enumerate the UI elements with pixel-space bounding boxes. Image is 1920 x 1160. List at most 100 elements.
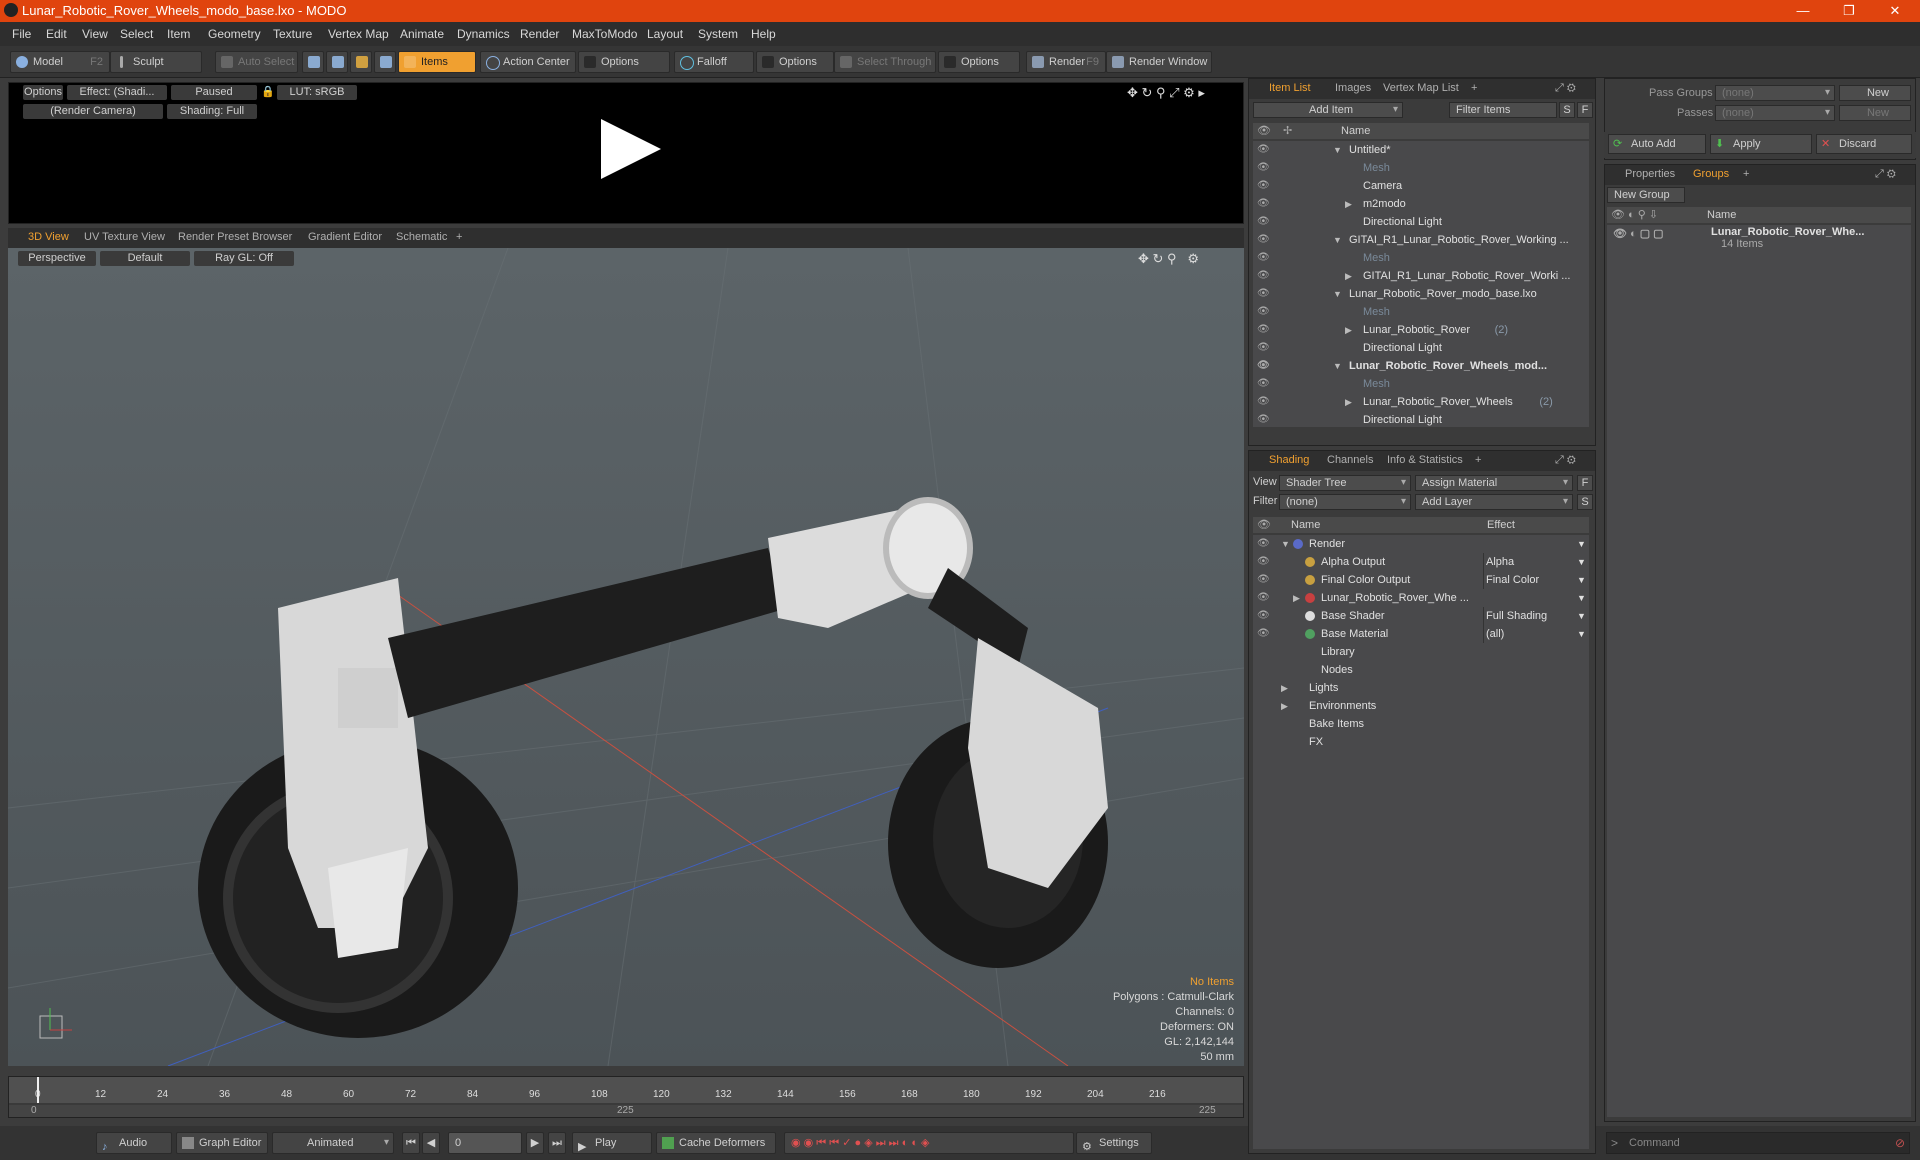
- menu-select[interactable]: Select: [120, 27, 153, 41]
- shader-row[interactable]: 👁 Base Material (all) ▼: [1253, 625, 1589, 643]
- view-dropdown[interactable]: Shader Tree: [1279, 475, 1411, 491]
- shader-row[interactable]: Bake Items: [1253, 715, 1589, 733]
- tab-gradient-editor[interactable]: Gradient Editor: [308, 231, 382, 243]
- preview-effect-dropdown[interactable]: Effect: (Shadi...: [67, 85, 167, 100]
- list-item[interactable]: 👁 Mesh: [1253, 159, 1589, 177]
- keyframe-tools[interactable]: ◉ ◉ ⏮ ⏮ ✓ ● ◈ ⏭ ⏭ ◐ ◐ ◈: [784, 1132, 1074, 1154]
- viewport-nav-icons[interactable]: ✥ ↻ ⚲ ⚙: [1138, 251, 1238, 267]
- filter-items-input[interactable]: Filter Items: [1449, 102, 1557, 118]
- shading-style-dropdown[interactable]: Default: [100, 251, 190, 266]
- effect-dropdown[interactable]: (all): [1483, 625, 1589, 643]
- eye-icon[interactable]: 👁: [1257, 629, 1271, 639]
- auto-add-button[interactable]: ⟳ Auto Add: [1608, 134, 1706, 154]
- menu-dynamics[interactable]: Dynamics: [457, 27, 510, 41]
- menu-render[interactable]: Render: [520, 27, 559, 41]
- shader-row[interactable]: Library: [1253, 643, 1589, 661]
- preview-options-button[interactable]: Options: [23, 85, 63, 100]
- polygons-mode-button[interactable]: [350, 51, 372, 73]
- select-through-button[interactable]: Select Through: [834, 51, 936, 73]
- expand-arrow-icon[interactable]: ▶: [1345, 393, 1352, 411]
- items-mode-button[interactable]: Items: [398, 51, 476, 73]
- step-forward-icon[interactable]: ▶: [526, 1132, 544, 1154]
- menu-help[interactable]: Help: [751, 27, 776, 41]
- shading-dropdown[interactable]: Shading: Full: [167, 104, 257, 119]
- list-item[interactable]: 👁 ▼ GITAI_R1_Lunar_Robotic_Rover_Working .…: [1253, 231, 1589, 249]
- menu-texture[interactable]: Texture: [273, 27, 312, 41]
- list-item[interactable]: 👁 Mesh: [1253, 249, 1589, 267]
- vertices-mode-button[interactable]: [302, 51, 324, 73]
- eye-icon[interactable]: 👁: [1257, 325, 1271, 335]
- step-back-icon[interactable]: ◀: [422, 1132, 440, 1154]
- frame-input[interactable]: 0: [448, 1132, 522, 1154]
- eye-icon[interactable]: 👁: [1257, 397, 1271, 407]
- group-row[interactable]: 👁 ◐ ▢ ▢ Lunar_Robotic_Rover_Whe... 14 It…: [1607, 225, 1911, 255]
- go-start-icon[interactable]: ⏮: [402, 1132, 420, 1154]
- shader-row[interactable]: Nodes: [1253, 661, 1589, 679]
- expand-arrow-icon[interactable]: ▶: [1281, 679, 1288, 697]
- list-item[interactable]: 👁 Mesh: [1253, 375, 1589, 393]
- passes-dropdown[interactable]: (none): [1715, 105, 1835, 121]
- minimize-button[interactable]: —: [1780, 0, 1826, 22]
- panel-expand-icon[interactable]: ⤢ ⚙: [1555, 454, 1576, 467]
- preview-paused-button[interactable]: Paused: [171, 85, 257, 100]
- tab-images[interactable]: Images: [1335, 82, 1371, 94]
- shader-row[interactable]: FX: [1253, 733, 1589, 751]
- list-item[interactable]: 👁 Mesh: [1253, 303, 1589, 321]
- falloff-options-button[interactable]: Options: [756, 51, 834, 73]
- expand-arrow-icon[interactable]: ▶: [1345, 267, 1352, 285]
- eye-icon[interactable]: 👁: [1257, 539, 1271, 549]
- pass-groups-dropdown[interactable]: (none): [1715, 85, 1835, 101]
- eye-icon[interactable]: 👁: [1257, 235, 1271, 245]
- list-item[interactable]: 👁 ▼ Lunar_Robotic_Rover_modo_base.lxo: [1253, 285, 1589, 303]
- chevron-down-icon[interactable]: ▼: [1577, 625, 1586, 643]
- eye-icon[interactable]: 👁: [1257, 415, 1271, 425]
- tab-item-list[interactable]: Item List: [1269, 82, 1311, 94]
- apply-button[interactable]: ⬇ Apply: [1710, 134, 1812, 154]
- tab-groups[interactable]: Groups: [1693, 168, 1729, 180]
- falloff-button[interactable]: Falloff: [674, 51, 754, 73]
- eye-icon[interactable]: 👁: [1257, 361, 1271, 371]
- maximize-button[interactable]: ❐: [1826, 0, 1872, 22]
- playhead[interactable]: [37, 1077, 39, 1103]
- shader-row[interactable]: 👁 Alpha Output Alpha ▼: [1253, 553, 1589, 571]
- panel-expand-icon[interactable]: ⤢ ⚙: [1875, 168, 1896, 181]
- audio-button[interactable]: ♪ Audio: [96, 1132, 172, 1154]
- settings-button[interactable]: ⚙ Settings: [1076, 1132, 1152, 1154]
- render-camera-dropdown[interactable]: (Render Camera): [23, 104, 163, 119]
- expand-arrow-icon[interactable]: ▼: [1281, 535, 1290, 553]
- list-item[interactable]: 👁 Camera: [1253, 177, 1589, 195]
- list-item[interactable]: 👁 ▶ Lunar_Robotic_Rover_Wheels (2): [1253, 393, 1589, 411]
- shader-row[interactable]: ▶ Lights: [1253, 679, 1589, 697]
- eye-icon[interactable]: 👁: [1257, 253, 1271, 263]
- play-button[interactable]: ▶ Play: [572, 1132, 652, 1154]
- list-item[interactable]: 👁 ▶ GITAI_R1_Lunar_Robotic_Rover_Worki ...: [1253, 267, 1589, 285]
- shader-row[interactable]: ▶ Environments: [1253, 697, 1589, 715]
- model-button[interactable]: Model F2: [10, 51, 110, 73]
- timeline[interactable]: 0 12 24 36 48 60 72 84 96 108 120 132 14…: [8, 1076, 1244, 1118]
- list-item[interactable]: 👁 ▶ Lunar_Robotic_Rover (2): [1253, 321, 1589, 339]
- tab-shading[interactable]: Shading: [1269, 454, 1309, 466]
- menu-file[interactable]: File: [12, 27, 31, 41]
- menu-vertex-map[interactable]: Vertex Map: [328, 27, 389, 41]
- add-tab-icon[interactable]: +: [456, 231, 462, 243]
- add-tab-icon[interactable]: +: [1471, 82, 1477, 94]
- tab-render-preset-browser[interactable]: Render Preset Browser: [178, 231, 292, 243]
- eye-icon[interactable]: 👁: [1257, 575, 1271, 585]
- raygl-dropdown[interactable]: Ray GL: Off: [194, 251, 294, 266]
- list-item[interactable]: 👁 Directional Light: [1253, 339, 1589, 357]
- eye-icon[interactable]: 👁: [1257, 379, 1271, 389]
- materials-mode-button[interactable]: [374, 51, 396, 73]
- edges-mode-button[interactable]: [326, 51, 348, 73]
- eye-icon[interactable]: 👁: [1257, 181, 1271, 191]
- chevron-down-icon[interactable]: ▼: [1577, 535, 1586, 553]
- menu-geometry[interactable]: Geometry: [208, 27, 261, 41]
- menu-layout[interactable]: Layout: [647, 27, 683, 41]
- eye-icon[interactable]: 👁: [1257, 557, 1271, 567]
- command-input[interactable]: Command: [1629, 1137, 1680, 1149]
- lut-dropdown[interactable]: LUT: sRGB: [277, 85, 357, 100]
- panel-expand-icon[interactable]: ⤢ ⚙: [1555, 82, 1576, 95]
- shader-row[interactable]: 👁 Base Shader Full Shading ▼: [1253, 607, 1589, 625]
- filter-f-button[interactable]: F: [1577, 102, 1593, 118]
- eye-icon[interactable]: 👁: [1257, 271, 1271, 281]
- select-through-options-button[interactable]: Options: [938, 51, 1020, 73]
